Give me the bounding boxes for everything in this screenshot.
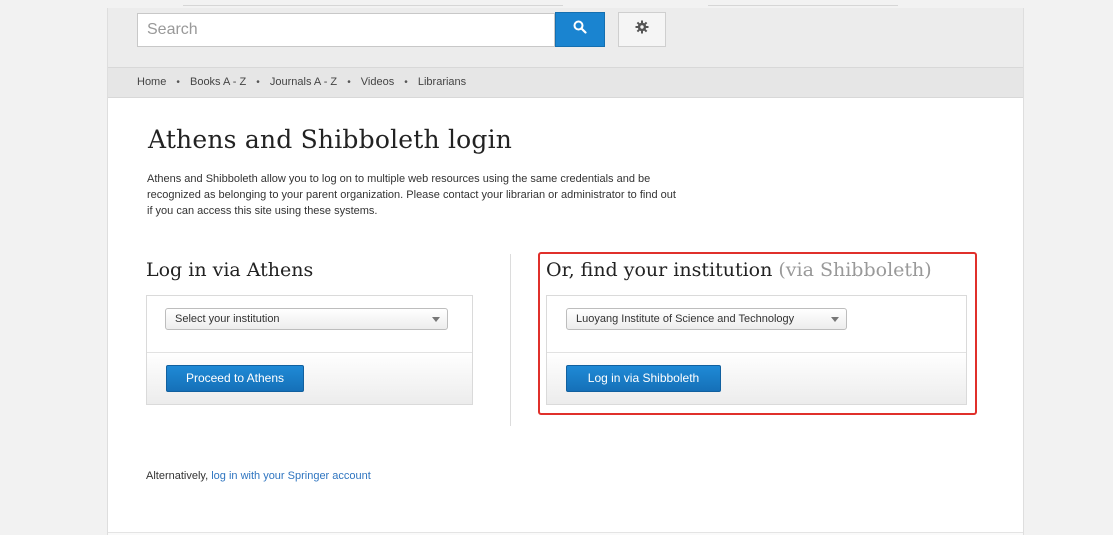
athens-login-box: Select your institution Proceed to Athen… xyxy=(146,295,473,405)
chevron-down-icon xyxy=(831,317,839,322)
search-icon xyxy=(573,20,587,39)
nav-separator: • xyxy=(256,77,260,88)
nav-separator: • xyxy=(347,77,351,88)
athens-institution-select[interactable]: Select your institution xyxy=(165,308,448,330)
page-container: Home • Books A - Z • Journals A - Z • Vi… xyxy=(107,8,1024,535)
search-button[interactable] xyxy=(555,12,605,47)
shibboleth-institution-select[interactable]: Luoyang Institute of Science and Technol… xyxy=(566,308,847,330)
alternative-prefix: Alternatively, xyxy=(146,470,209,482)
gear-icon xyxy=(635,20,649,39)
chevron-down-icon xyxy=(432,317,440,322)
nav-separator: • xyxy=(404,77,408,88)
nav-link-home[interactable]: Home xyxy=(137,76,166,88)
shibboleth-select-value: Luoyang Institute of Science and Technol… xyxy=(576,313,795,325)
athens-select-value: Select your institution xyxy=(175,313,280,325)
athens-heading: Log in via Athens xyxy=(146,259,314,281)
intro-line: Athens and Shibboleth allow you to log o… xyxy=(147,173,651,185)
column-divider xyxy=(510,254,511,426)
nav-link-journals[interactable]: Journals A - Z xyxy=(270,76,337,88)
breadcrumb-nav: Home • Books A - Z • Journals A - Z • Vi… xyxy=(108,67,1023,98)
shibboleth-heading-suffix: (via Shibboleth) xyxy=(778,259,932,281)
top-edge xyxy=(0,0,1113,8)
alternative-login: Alternatively, log in with your Springer… xyxy=(146,470,371,482)
search-bar xyxy=(108,8,1023,67)
shibboleth-login-box: Luoyang Institute of Science and Technol… xyxy=(546,295,967,405)
intro-line: recognized as belonging to your parent o… xyxy=(147,189,676,201)
nav-link-videos[interactable]: Videos xyxy=(361,76,394,88)
nav-link-books[interactable]: Books A - Z xyxy=(190,76,246,88)
search-input[interactable] xyxy=(137,13,555,47)
intro-line: if you can access this site using these … xyxy=(147,205,378,217)
login-via-shibboleth-button[interactable]: Log in via Shibboleth xyxy=(566,365,721,392)
springer-login-link[interactable]: log in with your Springer account xyxy=(211,470,371,482)
proceed-to-athens-button[interactable]: Proceed to Athens xyxy=(166,365,304,392)
nav-separator: • xyxy=(176,77,180,88)
intro-text: Athens and Shibboleth allow you to log o… xyxy=(147,171,747,219)
page-title: Athens and Shibboleth login xyxy=(148,125,513,154)
shibboleth-heading: Or, find your institution (via Shibbolet… xyxy=(546,259,932,281)
shibboleth-heading-text: Or, find your institution xyxy=(546,259,773,281)
settings-button[interactable] xyxy=(618,12,666,47)
nav-link-librarians[interactable]: Librarians xyxy=(418,76,466,88)
